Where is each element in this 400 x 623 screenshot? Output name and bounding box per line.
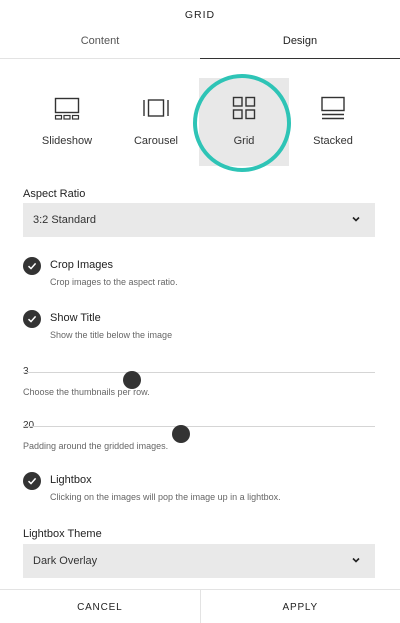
lightbox-description: Clicking on the images will pop the imag… xyxy=(50,492,281,502)
lightbox-checkbox[interactable] xyxy=(23,472,41,490)
slideshow-icon xyxy=(54,97,80,120)
thumbnails-per-row-slider[interactable] xyxy=(23,371,375,389)
chevron-down-icon xyxy=(352,216,360,222)
layout-label-grid: Grid xyxy=(233,135,255,147)
checkmark-icon xyxy=(27,315,37,323)
cancel-button[interactable]: CANCEL xyxy=(0,590,200,623)
lightbox-title: Lightbox xyxy=(50,474,92,486)
show-title-checkbox[interactable] xyxy=(23,310,41,328)
show-title-option: Show Title Show the title below the imag… xyxy=(23,310,375,350)
checkmark-icon xyxy=(27,262,37,270)
stacked-icon xyxy=(321,96,345,120)
padding-thumb[interactable] xyxy=(172,425,191,443)
layout-option-carousel[interactable]: Carousel xyxy=(111,78,201,166)
layout-label-stacked: Stacked xyxy=(313,135,353,147)
layout-option-stacked[interactable]: Stacked xyxy=(288,78,378,166)
show-title-title: Show Title xyxy=(50,312,101,324)
dialog-footer: CANCEL APPLY xyxy=(0,589,400,623)
crop-images-title: Crop Images xyxy=(50,259,113,271)
crop-images-option: Crop Images Crop images to the aspect ra… xyxy=(23,257,375,297)
lightbox-theme-label: Lightbox Theme xyxy=(23,528,102,540)
selection-highlight-ring xyxy=(193,74,291,172)
apply-button[interactable]: APPLY xyxy=(199,590,400,623)
lightbox-theme-select[interactable]: Dark Overlay xyxy=(23,544,375,578)
layout-picker: Slideshow Carousel Grid Stacked xyxy=(22,74,378,172)
lightbox-theme-value: Dark Overlay xyxy=(33,555,98,567)
layout-option-slideshow[interactable]: Slideshow xyxy=(22,78,112,166)
lightbox-option: Lightbox Clicking on the images will pop… xyxy=(23,472,375,512)
padding-slider[interactable] xyxy=(23,425,375,443)
aspect-ratio-select[interactable]: 3:2 Standard xyxy=(23,203,375,237)
show-title-description: Show the title below the image xyxy=(50,330,173,340)
panel-title: GRID xyxy=(184,9,216,21)
tab-design[interactable]: Design xyxy=(200,30,400,59)
aspect-ratio-label: Aspect Ratio xyxy=(23,188,86,200)
aspect-ratio-value: 3:2 Standard xyxy=(33,214,96,226)
tab-bar: Content Design xyxy=(0,30,400,59)
carousel-icon xyxy=(143,99,169,117)
tab-content[interactable]: Content xyxy=(0,30,200,58)
checkmark-icon xyxy=(27,477,37,485)
layout-label-slideshow: Slideshow xyxy=(41,135,93,147)
layout-label-carousel: Carousel xyxy=(133,135,179,147)
thumbnails-per-row-control: 3 Choose the thumbnails per row. xyxy=(23,364,375,404)
grid-icon xyxy=(232,96,256,120)
chevron-down-icon xyxy=(352,557,360,563)
crop-images-description: Crop images to the aspect ratio. xyxy=(50,277,178,287)
layout-option-grid[interactable]: Grid xyxy=(193,74,291,172)
padding-description: Padding around the gridded images. xyxy=(23,441,169,451)
crop-images-checkbox[interactable] xyxy=(23,257,41,275)
thumbnails-per-row-description: Choose the thumbnails per row. xyxy=(23,387,150,397)
padding-control: 20 Padding around the gridded images. xyxy=(23,418,375,458)
